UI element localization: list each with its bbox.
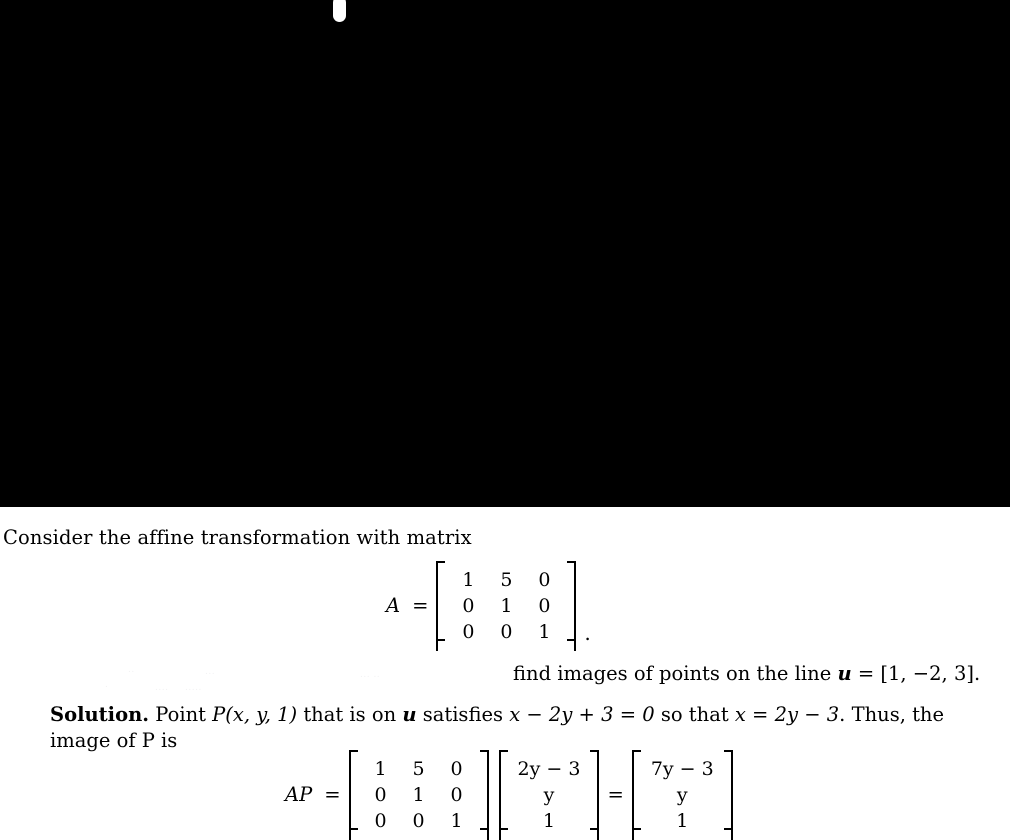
vector-result-cells: 7y − 3 y 1	[641, 750, 724, 840]
vector-u-symbol: u	[837, 662, 852, 685]
vector-cell: 1	[542, 810, 556, 832]
solution-paragraph-line-2: image of P is	[50, 729, 178, 752]
document-page: Consider the affine transformation with …	[0, 507, 1010, 840]
solved-equation: x = 2y − 3	[734, 703, 840, 726]
matrix-cell: 0	[412, 810, 425, 832]
solution-text-2: that is on	[297, 703, 403, 726]
vector-p: 2y − 3 y 1	[498, 750, 600, 840]
left-bracket-icon	[436, 561, 446, 651]
intro-paragraph: Consider the affine transformation with …	[3, 526, 472, 549]
matrix-cell: 0	[450, 784, 463, 806]
left-bracket-icon	[498, 750, 508, 840]
vector-result: 7y − 3 y 1	[631, 750, 733, 840]
matrix-cell: 0	[538, 569, 551, 591]
matrix-cell: 0	[538, 595, 551, 617]
faint-artifact: .	[105, 680, 109, 690]
document-viewer-blank-area	[0, 0, 1010, 507]
vector-cell: 7y − 3	[650, 758, 714, 780]
right-bracket-icon	[479, 750, 489, 840]
vector-p-cells: 2y − 3 y 1	[508, 750, 591, 840]
faint-artifact: ....	[155, 683, 169, 693]
right-bracket-icon	[567, 561, 577, 651]
vector-cell: y	[543, 784, 555, 806]
solution-label: Solution.	[50, 703, 150, 726]
constraint-equation: x − 2y + 3 = 0	[509, 703, 655, 726]
matrix-cell: 1	[538, 621, 551, 643]
vector-cell: 2y − 3	[517, 758, 581, 780]
find-images-sentence: find images of points on the line u = [1…	[513, 661, 980, 687]
matrix-cell: 1	[374, 758, 387, 780]
left-bracket-icon	[348, 750, 358, 840]
sentence-period: .	[973, 662, 981, 685]
vector-cell: y	[676, 784, 688, 806]
matrix-cell: 0	[500, 621, 513, 643]
equals-sign: =	[851, 662, 881, 685]
matrix-cell: 0	[462, 595, 475, 617]
matrix-cell: 0	[450, 758, 463, 780]
matrix-a: 1 5 0 0 1 0 0 0 1	[348, 750, 489, 840]
matrix-cell: 1	[462, 569, 475, 591]
equation-ap: AP = 1 5 0 0 1 0 0 0 1 2y − 3 y 1 = 7y −…	[285, 750, 733, 840]
solution-text-1: Point	[149, 703, 213, 726]
solution-text-3: satisfies	[416, 703, 510, 726]
matrix-cell: 1	[500, 595, 513, 617]
matrix-a-cells: 1 5 0 0 1 0 0 0 1	[358, 750, 480, 840]
vector-u-symbol: u	[402, 703, 417, 726]
point-expression: P(x, y, 1)	[212, 703, 298, 726]
faint-artifact: ...	[205, 667, 216, 677]
vector-cell: 1	[676, 810, 689, 832]
matrix-cell: 1	[450, 810, 463, 832]
solution-text-5: . Thus, the	[839, 703, 945, 726]
solution-paragraph-line-1: Solution. Point P(x, y, 1) that is on u …	[50, 702, 944, 728]
faint-artifact: ..	[128, 665, 135, 675]
matrix-cell: 1	[412, 784, 425, 806]
faint-artifact: .....	[185, 683, 202, 693]
matrix-cell: 0	[374, 810, 387, 832]
equation-matrix-a: A = 1 5 0 0 1 0 0 0 1 .	[386, 561, 591, 651]
equals-sign: =	[412, 594, 429, 618]
matrix-cell: 5	[500, 569, 513, 591]
matrix-a-cells: 1 5 0 0 1 0 0 0 1	[445, 561, 567, 651]
equation-period: .	[584, 622, 591, 646]
right-bracket-icon	[723, 750, 733, 840]
equals-sign: =	[324, 783, 341, 807]
ap-label: AP	[285, 783, 313, 807]
matrix-cell: 5	[412, 758, 425, 780]
matrix-cell: 0	[374, 784, 387, 806]
faint-artifact: ... ..	[360, 670, 381, 680]
matrix-a-label: A	[386, 594, 401, 618]
matrix-a: 1 5 0 0 1 0 0 0 1	[436, 561, 577, 651]
left-bracket-icon	[631, 750, 641, 840]
solution-text-4: so that	[654, 703, 735, 726]
loading-indicator-icon	[333, 0, 346, 22]
right-bracket-icon	[590, 750, 600, 840]
matrix-cell: 0	[462, 621, 475, 643]
vector-u-value: [1, −2, 3]	[880, 662, 974, 685]
find-images-prefix: find images of points on the line	[513, 662, 838, 685]
equals-sign: =	[607, 783, 624, 807]
